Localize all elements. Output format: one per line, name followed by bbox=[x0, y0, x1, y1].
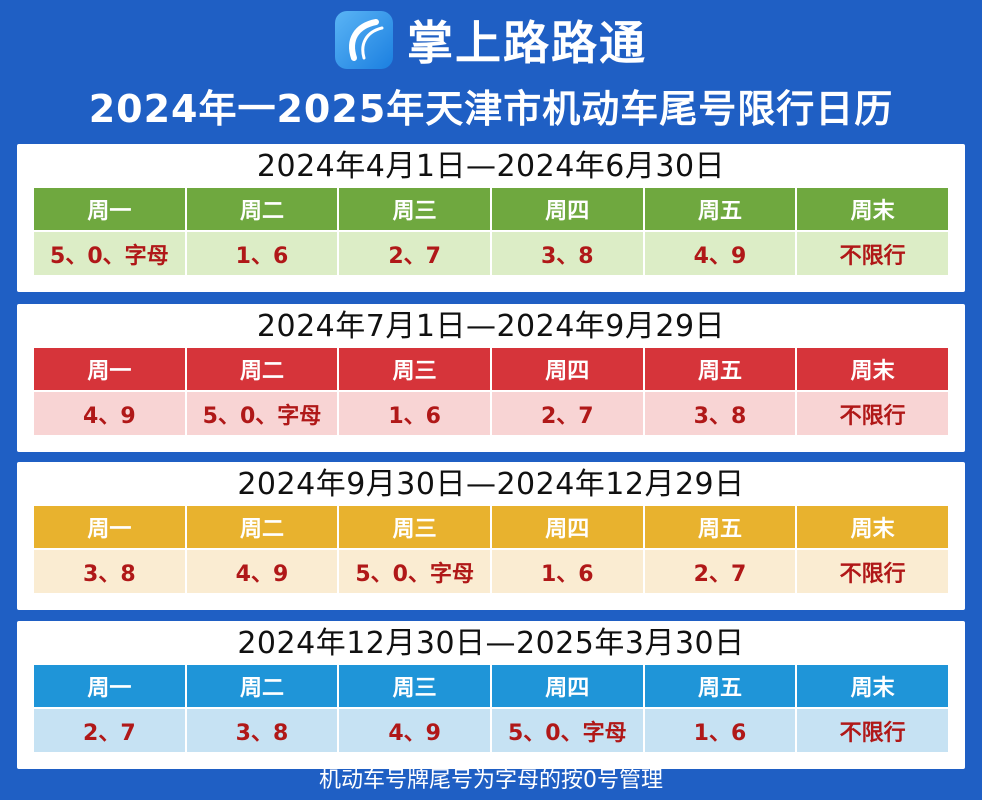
restricted-plate-numbers: 1、6 bbox=[489, 548, 645, 595]
weekday-header: 周三 bbox=[337, 663, 492, 709]
restricted-plate-numbers: 4、9 bbox=[32, 390, 187, 437]
restricted-plate-numbers: 3、8 bbox=[489, 230, 645, 277]
restriction-table: 周一 周二 周三 周四 周五 周末 3、8 4、9 5、0、字母 1、6 2、7 不限行 bbox=[32, 504, 950, 595]
weekday-header: 周五 bbox=[642, 186, 798, 232]
road-curve-logo-icon bbox=[335, 11, 393, 69]
weekday-header: 周三 bbox=[337, 504, 492, 550]
brand-name: 掌上路路通 bbox=[407, 16, 647, 70]
weekday-header: 周二 bbox=[184, 504, 340, 550]
period-range: 2024年4月1日—2024年6月30日 bbox=[256, 149, 726, 184]
plate-number-row: 5、0、字母 1、6 2、7 3、8 4、9 不限行 bbox=[32, 230, 950, 277]
plate-number-row: 2、7 3、8 4、9 5、0、字母 1、6 不限行 bbox=[32, 707, 950, 754]
restricted-plate-numbers: 2、7 bbox=[642, 548, 798, 595]
weekday-header: 周二 bbox=[184, 663, 340, 709]
restricted-plate-numbers: 5、0、字母 bbox=[184, 390, 340, 437]
weekday-header: 周五 bbox=[642, 346, 798, 392]
restricted-plate-numbers: 5、0、字母 bbox=[32, 230, 187, 277]
restricted-plate-numbers: 3、8 bbox=[642, 390, 798, 437]
page-title: 2024年一2025年天津市机动车尾号限行日历 bbox=[88, 87, 894, 131]
plate-number-row: 4、9 5、0、字母 1、6 2、7 3、8 不限行 bbox=[32, 390, 950, 437]
weekday-header: 周四 bbox=[489, 346, 645, 392]
footer-note: 机动车号牌尾号为字母的按0号管理 bbox=[319, 768, 663, 793]
restricted-plate-numbers: 不限行 bbox=[795, 390, 950, 437]
weekday-header: 周四 bbox=[489, 663, 645, 709]
weekday-header: 周三 bbox=[337, 186, 492, 232]
weekday-header: 周三 bbox=[337, 346, 492, 392]
weekday-header: 周四 bbox=[489, 504, 645, 550]
restricted-plate-numbers: 不限行 bbox=[795, 230, 950, 277]
restricted-plate-numbers: 3、8 bbox=[32, 548, 187, 595]
restricted-plate-numbers: 1、6 bbox=[642, 707, 798, 754]
restricted-plate-numbers: 1、6 bbox=[337, 390, 492, 437]
weekday-header: 周二 bbox=[184, 346, 340, 392]
weekday-header: 周一 bbox=[32, 186, 187, 232]
weekday-header: 周五 bbox=[642, 663, 798, 709]
period-range: 2024年7月1日—2024年9月29日 bbox=[256, 309, 726, 344]
period-panel: 2024年9月30日—2024年12月29日 周一 周二 周三 周四 周五 周末 3、8 4、9… bbox=[17, 462, 965, 610]
period-range: 2024年9月30日—2024年12月29日 bbox=[237, 467, 745, 502]
weekday-header: 周二 bbox=[184, 186, 340, 232]
weekday-header-row: 周一 周二 周三 周四 周五 周末 bbox=[32, 346, 950, 392]
restricted-plate-numbers: 5、0、字母 bbox=[489, 707, 645, 754]
restricted-plate-numbers: 不限行 bbox=[795, 548, 950, 595]
period-panel: 2024年12月30日—2025年3月30日 周一 周二 周三 周四 周五 周末 2、7 3、8… bbox=[17, 621, 965, 769]
period-panel: 2024年7月1日—2024年9月29日 周一 周二 周三 周四 周五 周末 4、9 5、0、字… bbox=[17, 304, 965, 452]
weekday-header: 周四 bbox=[489, 186, 645, 232]
restricted-plate-numbers: 不限行 bbox=[795, 707, 950, 754]
restriction-table: 周一 周二 周三 周四 周五 周末 4、9 5、0、字母 1、6 2、7 3、8 不限行 bbox=[32, 346, 950, 437]
weekday-header-row: 周一 周二 周三 周四 周五 周末 bbox=[32, 186, 950, 232]
restriction-table: 周一 周二 周三 周四 周五 周末 5、0、字母 1、6 2、7 3、8 4、9 不限行 bbox=[32, 186, 950, 277]
weekday-header: 周末 bbox=[795, 504, 950, 550]
weekday-header: 周五 bbox=[642, 504, 798, 550]
restricted-plate-numbers: 1、6 bbox=[184, 230, 340, 277]
weekday-header: 周末 bbox=[795, 186, 950, 232]
weekday-header-row: 周一 周二 周三 周四 周五 周末 bbox=[32, 504, 950, 550]
weekday-header: 周一 bbox=[32, 663, 187, 709]
restricted-plate-numbers: 4、9 bbox=[642, 230, 798, 277]
restriction-table: 周一 周二 周三 周四 周五 周末 2、7 3、8 4、9 5、0、字母 1、6 不限行 bbox=[32, 663, 950, 754]
restricted-plate-numbers: 5、0、字母 bbox=[337, 548, 492, 595]
restricted-plate-numbers: 4、9 bbox=[184, 548, 340, 595]
restricted-plate-numbers: 2、7 bbox=[337, 230, 492, 277]
weekday-header-row: 周一 周二 周三 周四 周五 周末 bbox=[32, 663, 950, 709]
period-range: 2024年12月30日—2025年3月30日 bbox=[237, 626, 745, 661]
restricted-plate-numbers: 4、9 bbox=[337, 707, 492, 754]
restricted-plate-numbers: 2、7 bbox=[489, 390, 645, 437]
restricted-plate-numbers: 2、7 bbox=[32, 707, 187, 754]
weekday-header: 周一 bbox=[32, 504, 187, 550]
plate-number-row: 3、8 4、9 5、0、字母 1、6 2、7 不限行 bbox=[32, 548, 950, 595]
period-panel: 2024年4月1日—2024年6月30日 周一 周二 周三 周四 周五 周末 5、0、字母 1、… bbox=[17, 144, 965, 292]
weekday-header: 周末 bbox=[795, 663, 950, 709]
brand-header: 掌上路路通 bbox=[0, 10, 982, 70]
restricted-plate-numbers: 3、8 bbox=[184, 707, 340, 754]
weekday-header: 周末 bbox=[795, 346, 950, 392]
weekday-header: 周一 bbox=[32, 346, 187, 392]
